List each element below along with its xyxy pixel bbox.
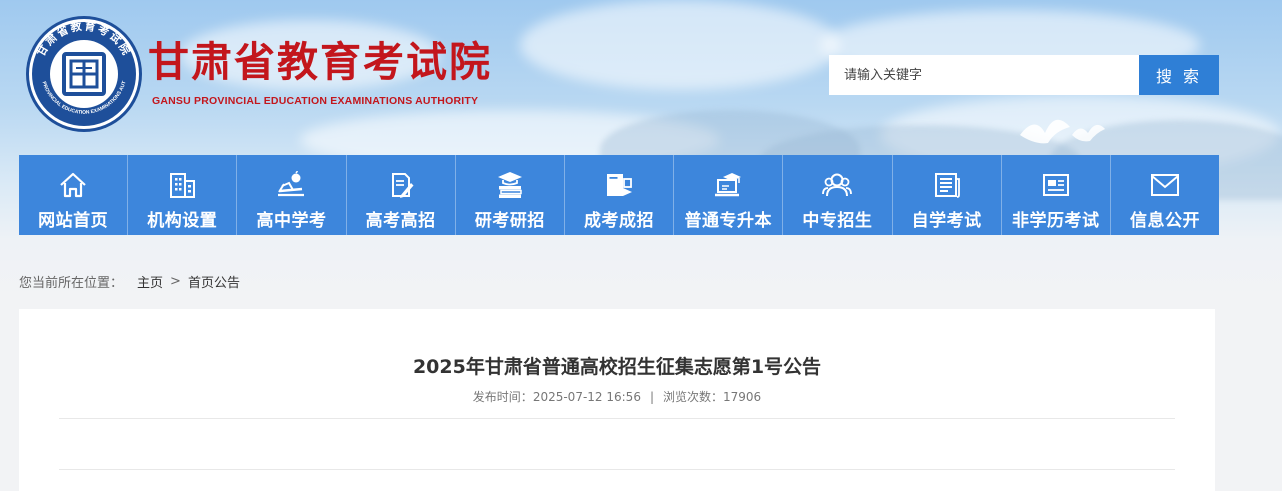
breadcrumb: 您当前所在位置： 主页 > 首页公告 xyxy=(19,272,240,291)
logo-emblem-icon: 甘肃省教育考试院 GANSU PROVINCIAL EDUCATION EXAM… xyxy=(22,10,142,132)
nav-item-adult-exam[interactable]: 成考成招 xyxy=(565,155,675,235)
publish-time-label: 发布时间： xyxy=(472,390,533,404)
view-count: 17906 xyxy=(723,390,762,404)
content-divider xyxy=(59,469,1175,470)
search-button[interactable]: 搜 索 xyxy=(1139,55,1219,95)
home-icon xyxy=(58,170,88,200)
article-meta: 发布时间：2025-07-12 16:56 | 浏览次数：17906 xyxy=(19,388,1215,405)
title-divider xyxy=(59,418,1175,419)
nav-label: 机构设置 xyxy=(147,211,218,231)
site-logo[interactable]: 甘肃省教育考试院 GANSU PROVINCIAL EDUCATION EXAM… xyxy=(22,10,144,134)
nav-label: 自学考试 xyxy=(911,211,982,231)
nav-item-gaokao[interactable]: 高考高招 xyxy=(347,155,456,235)
document-pen-icon xyxy=(386,170,416,200)
article-title: 2025年甘肃省普通高校招生征集志愿第1号公告 xyxy=(412,356,822,378)
nav-label: 信息公开 xyxy=(1129,211,1200,231)
site-title: 甘肃省教育考试院 xyxy=(148,38,492,86)
id-card-icon xyxy=(1041,170,1071,200)
nav-item-vocational-admission[interactable]: 中专招生 xyxy=(783,155,893,235)
nav-label: 网站首页 xyxy=(38,211,109,231)
book-pencil-icon xyxy=(604,170,634,200)
mail-icon xyxy=(1150,170,1180,200)
breadcrumb-home-link[interactable]: 主页 xyxy=(137,272,163,291)
books-graduation-cap-icon xyxy=(495,170,525,200)
nav-label: 研考研招 xyxy=(474,211,545,231)
nav-item-home[interactable]: 网站首页 xyxy=(19,155,129,235)
views-label: 浏览次数： xyxy=(663,390,724,404)
main-nav: 网站首页 机构设置 高中学考 高考高招 研考研招 成考成招 普通专升本 中专招生… xyxy=(19,155,1219,235)
birds-decoration-icon xyxy=(1020,119,1105,144)
nav-label: 高中学考 xyxy=(256,211,327,231)
site-subtitle: GANSU PROVINCIAL EDUCATION EXAMINATIONS … xyxy=(152,95,479,107)
laptop-graduation-cap-icon xyxy=(713,170,743,200)
publish-time: 2025-07-12 16:56 xyxy=(532,390,641,404)
nav-label: 中专招生 xyxy=(802,211,873,231)
breadcrumb-current-link[interactable]: 首页公告 xyxy=(188,272,240,291)
nav-item-highschool-exam[interactable]: 高中学考 xyxy=(237,155,347,235)
nav-item-organization[interactable]: 机构设置 xyxy=(128,155,238,235)
nav-item-non-degree-exam[interactable]: 非学历考试 xyxy=(1002,155,1111,235)
nav-item-graduate-exam[interactable]: 研考研招 xyxy=(456,155,565,235)
breadcrumb-prefix: 您当前所在位置： xyxy=(19,276,124,291)
books-apple-icon xyxy=(276,170,306,200)
nav-label: 非学历考试 xyxy=(1012,211,1100,231)
search-input[interactable] xyxy=(829,55,1139,95)
article-card: 2025年甘肃省普通高校招生征集志愿第1号公告 发布时间：2025-07-12 … xyxy=(19,309,1215,491)
nav-label: 普通专升本 xyxy=(684,211,772,231)
users-icon xyxy=(822,170,853,200)
nav-item-info-disclosure[interactable]: 信息公开 xyxy=(1111,155,1219,235)
newspaper-icon xyxy=(932,170,962,200)
building-icon xyxy=(167,170,197,200)
meta-divider: | xyxy=(649,390,654,404)
nav-item-upgrade-bachelor[interactable]: 普通专升本 xyxy=(674,155,784,235)
nav-label: 成考成招 xyxy=(584,211,655,231)
nav-label: 高考高招 xyxy=(365,211,436,231)
breadcrumb-separator: > xyxy=(170,274,181,289)
nav-item-self-study-exam[interactable]: 自学考试 xyxy=(893,155,1002,235)
